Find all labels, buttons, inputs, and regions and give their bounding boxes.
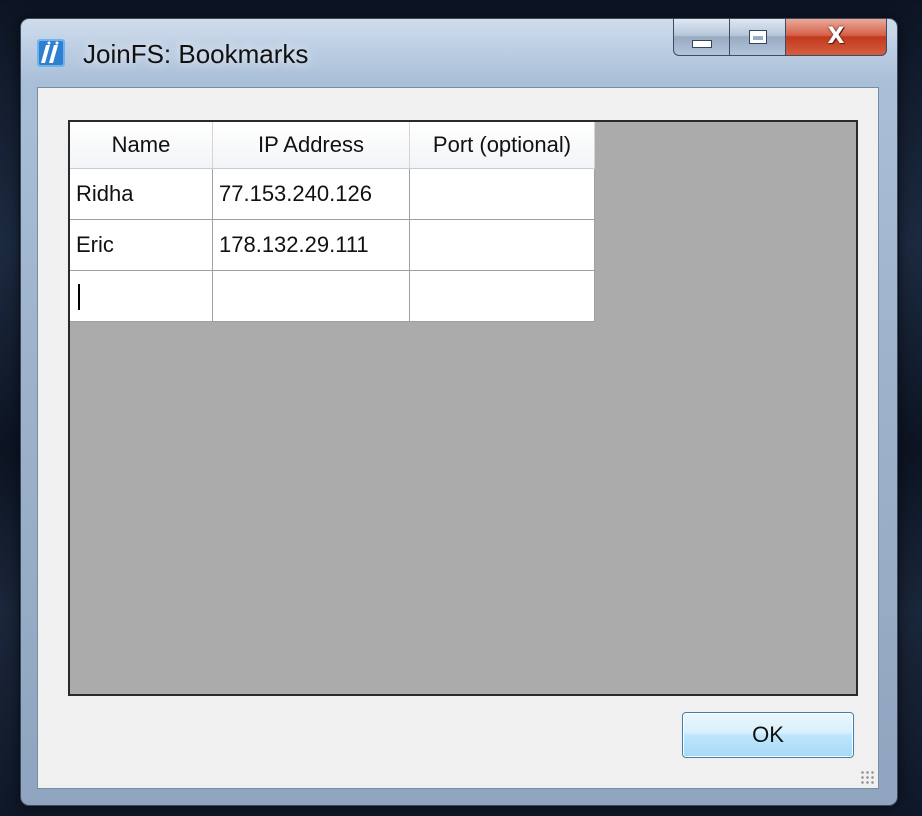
cell-ip-address[interactable]: 77.153.240.126 bbox=[212, 168, 410, 220]
joinfs-app-icon bbox=[37, 39, 65, 67]
cell-port[interactable] bbox=[409, 219, 595, 271]
minimize-icon bbox=[691, 40, 712, 48]
cell-ip-address[interactable]: 178.132.29.111 bbox=[212, 219, 410, 271]
table-row: Ridha 77.153.240.126 bbox=[70, 168, 595, 220]
bookmarks-window: JoinFS: Bookmarks X Name IP Address Port… bbox=[20, 18, 898, 806]
bookmarks-table: Name IP Address Port (optional) Ridha 77… bbox=[70, 122, 595, 322]
window-title: JoinFS: Bookmarks bbox=[83, 39, 309, 69]
bookmarks-grid[interactable]: Name IP Address Port (optional) Ridha 77… bbox=[68, 120, 858, 696]
resize-grip[interactable] bbox=[860, 770, 874, 784]
new-row-name-cell[interactable] bbox=[70, 270, 213, 322]
new-row-ip-cell[interactable] bbox=[212, 270, 410, 322]
maximize-icon bbox=[748, 30, 767, 44]
ok-button[interactable]: OK bbox=[682, 712, 854, 758]
caption-buttons: X bbox=[673, 19, 887, 57]
minimize-button[interactable] bbox=[673, 19, 729, 56]
new-row bbox=[70, 270, 595, 322]
title-bar[interactable]: JoinFS: Bookmarks X bbox=[21, 19, 897, 87]
text-caret bbox=[78, 283, 80, 310]
cell-port[interactable] bbox=[409, 168, 595, 220]
column-header-port[interactable]: Port (optional) bbox=[409, 122, 595, 169]
close-button[interactable]: X bbox=[785, 19, 887, 56]
column-header-ip-address[interactable]: IP Address bbox=[212, 122, 410, 169]
client-area: Name IP Address Port (optional) Ridha 77… bbox=[37, 87, 879, 789]
cell-name[interactable]: Eric bbox=[70, 219, 213, 271]
maximize-button[interactable] bbox=[729, 19, 785, 56]
table-row: Eric 178.132.29.111 bbox=[70, 219, 595, 271]
cell-name[interactable]: Ridha bbox=[70, 168, 213, 220]
column-header-name[interactable]: Name bbox=[70, 122, 213, 169]
close-icon: X bbox=[827, 24, 845, 49]
new-row-port-cell[interactable] bbox=[409, 270, 595, 322]
header-row: Name IP Address Port (optional) bbox=[70, 122, 595, 169]
